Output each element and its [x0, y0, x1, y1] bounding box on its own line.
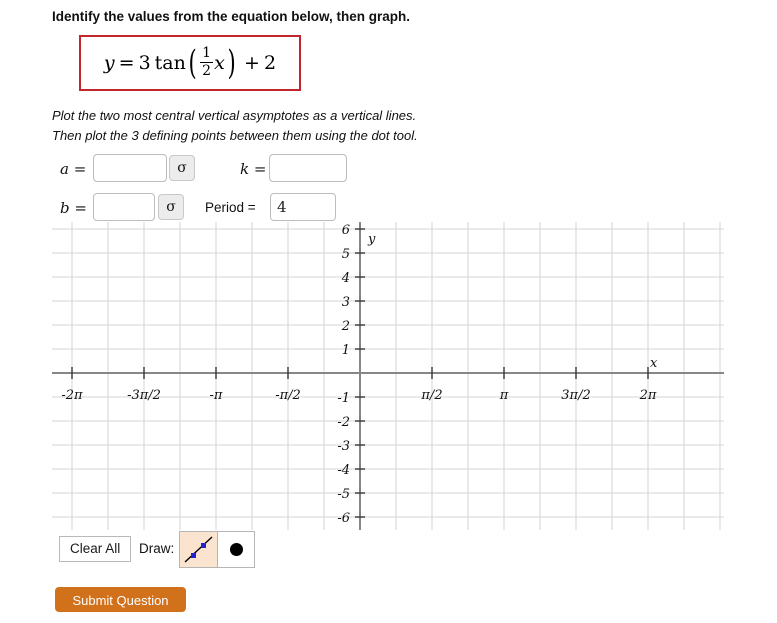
fraction-denominator: 2	[202, 62, 212, 79]
draw-tool-group[interactable]	[179, 531, 255, 568]
y-tick-label: 5	[342, 247, 350, 262]
submit-question-button[interactable]: Submit Question	[55, 587, 186, 612]
graph-canvas[interactable]: -2π -3π/2 -π -π/2 π/2 π 3π/2 2π 6 5 4 3 2 1 -1 -2 -3 -4 -…	[52, 222, 724, 530]
x-axis-label: x	[650, 356, 658, 371]
x-tick-label: -π/2	[275, 388, 301, 403]
b-input[interactable]	[93, 193, 155, 221]
y-tick-label: 4	[341, 271, 350, 286]
instructions: Plot the two most central vertical asymp…	[52, 106, 418, 145]
y-tick-label: 3	[342, 295, 350, 310]
dot-tool-icon	[229, 543, 243, 556]
period-label: Period =	[205, 200, 256, 215]
y-tick-label: -3	[337, 439, 350, 454]
x-tick-label: -3π/2	[127, 388, 161, 403]
y-tick-label: -5	[337, 487, 350, 502]
y-tick-label: -4	[337, 463, 350, 478]
equation-box: y = 3 tan ( 1 2 x ) + 2	[79, 35, 301, 91]
a-sigma-button[interactable]: σ	[169, 155, 195, 181]
instruction-line-1: Plot the two most central vertical asymp…	[52, 108, 417, 123]
equation-constant: 2	[263, 52, 277, 74]
y-axis-label: y	[367, 232, 376, 247]
line-tool-icon	[184, 536, 213, 563]
instruction-line-2: Then plot the 3 defining points between …	[52, 127, 418, 143]
period-input[interactable]	[270, 193, 336, 221]
x-tick-label: 3π/2	[561, 388, 590, 403]
equation-expression: y = 3 tan ( 1 2 x ) + 2	[81, 37, 299, 89]
clear-all-button[interactable]: Clear All	[59, 536, 132, 562]
equation-plus: +	[244, 52, 260, 74]
x-tick-label: -2π	[61, 388, 83, 403]
b-sigma-button[interactable]: σ	[158, 194, 184, 220]
equation-variable: x	[214, 52, 225, 74]
fraction-numerator: 1	[202, 44, 212, 61]
k-label: k =	[240, 160, 267, 178]
line-tool-button[interactable]	[180, 532, 217, 567]
coordinate-graph[interactable]: -2π -3π/2 -π -π/2 π/2 π 3π/2 2π 6 5 4 3 2 1 -1 -2 -3 -4 -…	[52, 222, 724, 530]
x-tick-label: π	[499, 388, 509, 403]
y-tick-label: 1	[342, 343, 350, 358]
x-tick-label: -π	[210, 388, 223, 403]
y-tick-label: 2	[341, 319, 350, 334]
close-paren: )	[227, 42, 236, 83]
y-axis-tick-labels: 6 5 4 3 2 1 -1 -2 -3 -4 -5 -6	[337, 223, 350, 526]
y-tick-label: -1	[337, 391, 350, 406]
draw-label: Draw:	[139, 541, 175, 556]
dot-tool-button[interactable]	[217, 532, 254, 567]
equation-equals: =	[118, 52, 135, 74]
b-label: b =	[60, 199, 87, 217]
x-tick-label: 2π	[639, 388, 657, 403]
y-tick-label: -2	[337, 415, 350, 430]
y-tick-label: -6	[337, 511, 350, 526]
equation-fraction: 1 2	[200, 44, 214, 79]
y-tick-label: 6	[342, 223, 350, 238]
x-tick-label: π/2	[420, 388, 442, 403]
k-input[interactable]	[269, 154, 347, 182]
open-paren: (	[188, 42, 197, 83]
equation-amplitude: 3	[138, 52, 151, 74]
vertical-gridlines	[71, 222, 721, 530]
equation-function: tan	[154, 52, 186, 74]
a-input[interactable]	[93, 154, 167, 182]
equation-lhs: y	[103, 52, 115, 74]
a-label: a =	[60, 160, 87, 178]
page-title: Identify the values from the equation be…	[52, 9, 411, 24]
